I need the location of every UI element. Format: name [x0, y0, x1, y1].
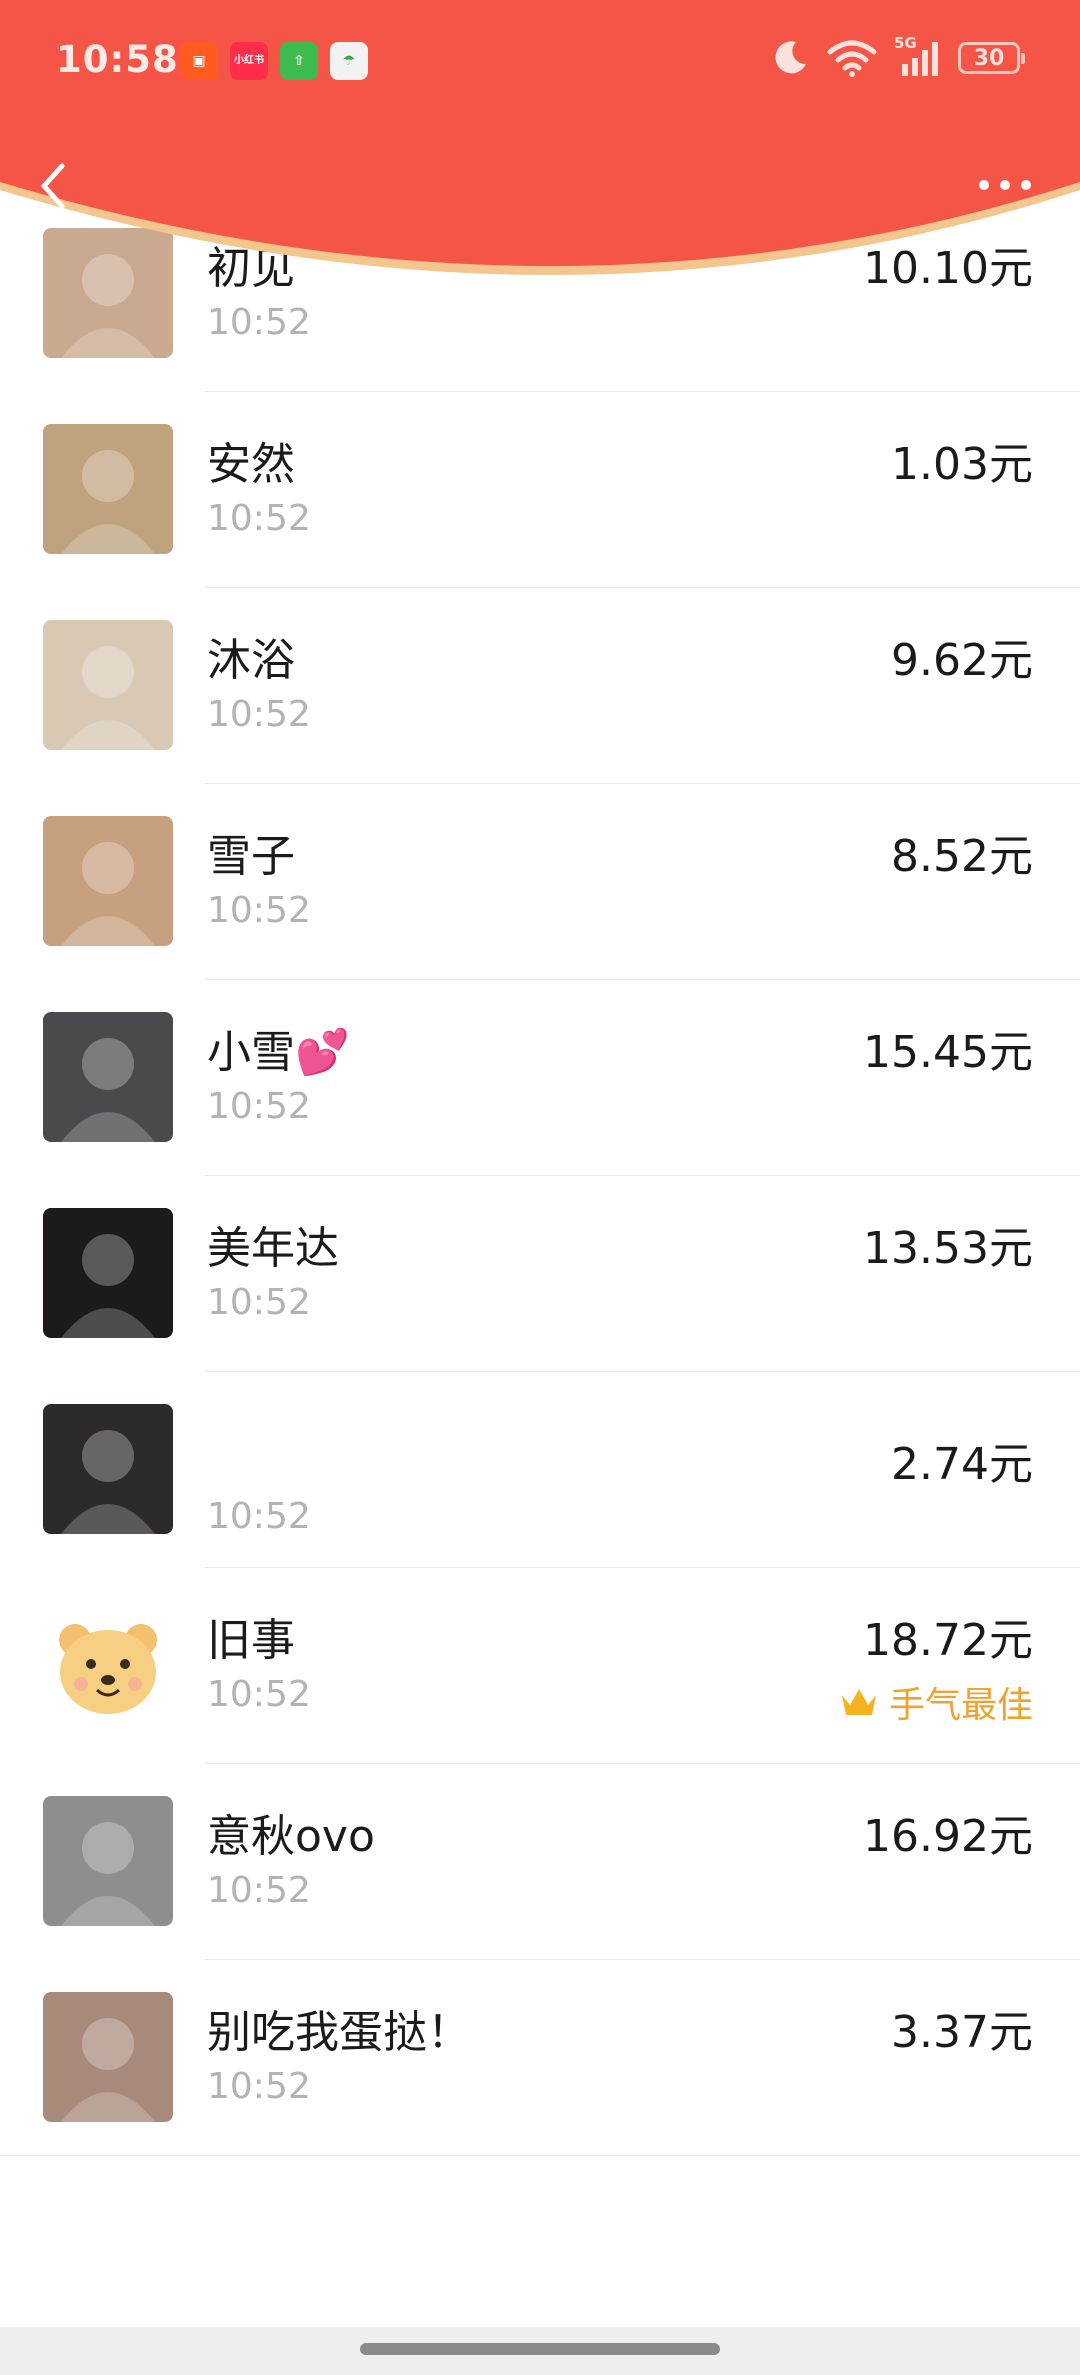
signal-icon: 5G [894, 34, 942, 78]
amount: 3.37元 [891, 2007, 1033, 2058]
avatar[interactable] [43, 1012, 173, 1142]
person-silhouette-icon [61, 1822, 155, 1926]
amount: 2.74元 [891, 1439, 1033, 1490]
record-row[interactable]: 安然 10:52 1.03元 [0, 392, 1080, 588]
sender-name: 安然 [207, 439, 295, 490]
amount: 18.72元 [863, 1615, 1033, 1666]
amount: 16.92元 [863, 1811, 1033, 1862]
kuaishou-app-icon: ▣ [180, 42, 218, 80]
amount: 8.52元 [891, 831, 1033, 882]
person-silhouette-icon [61, 1430, 155, 1534]
amount: 1.03元 [891, 439, 1033, 490]
record-row[interactable]: 别吃我蛋挞！ 10:52 3.37元 [0, 1960, 1080, 2156]
sender-name: 别吃我蛋挞！ [207, 2007, 471, 2058]
more-dots-icon [979, 180, 1031, 190]
sender-name: 沐浴 [207, 635, 295, 686]
sender-name: 美年达 [207, 1223, 339, 1274]
umbrella-app-icon: ☂ [330, 42, 368, 80]
best-luck-badge: 手气最佳 [839, 1676, 1033, 1728]
more-options-button[interactable] [970, 160, 1040, 210]
receive-time: 10:52 [207, 1282, 311, 1323]
back-button[interactable] [28, 150, 88, 220]
battery-icon: 30 [958, 42, 1025, 74]
receive-time: 10:52 [207, 2066, 311, 2107]
divider [0, 2155, 1080, 2156]
record-row[interactable]: 雪子 10:52 8.52元 [0, 784, 1080, 980]
status-bar: 10:58 ▣ 小红书 ⇧ ☂ 5G 30 [0, 28, 1080, 98]
person-silhouette-icon [61, 1234, 155, 1338]
receive-time: 10:52 [207, 1496, 311, 1537]
sender-name: 雪子 [207, 831, 295, 882]
amount: 13.53元 [863, 1223, 1033, 1274]
person-silhouette-icon [61, 2018, 155, 2122]
amount: 15.45元 [863, 1027, 1033, 1078]
best-luck-label: 手气最佳 [888, 1685, 1033, 1726]
status-time: 10:58 [56, 38, 179, 81]
person-silhouette-icon [61, 1038, 155, 1142]
avatar[interactable] [43, 1796, 173, 1926]
receive-time: 10:52 [207, 1674, 311, 1715]
avatar[interactable] [43, 1600, 173, 1730]
battery-level: 30 [973, 45, 1005, 71]
home-indicator[interactable] [360, 2343, 720, 2355]
wifi-icon [827, 40, 877, 77]
receive-time: 10:52 [207, 1870, 311, 1911]
receive-time: 10:52 [207, 890, 311, 931]
person-silhouette-icon [61, 646, 155, 750]
record-row[interactable]: 小雪💕 10:52 15.45元 [0, 980, 1080, 1176]
record-row[interactable]: 10:52 2.74元 [0, 1372, 1080, 1568]
avatar[interactable] [43, 1208, 173, 1338]
receive-time: 10:52 [207, 498, 311, 539]
person-silhouette-icon [61, 450, 155, 554]
header: 10:58 ▣ 小红书 ⇧ ☂ 5G 30 [0, 0, 1080, 330]
red-packet-record-list: 初见 10:52 10.10元 安然 10:52 1.03元 沐浴 10:52 9.62元 雪子 1… [0, 228, 1080, 2156]
avatar[interactable] [43, 620, 173, 750]
record-row[interactable]: 沐浴 10:52 9.62元 [0, 588, 1080, 784]
sender-name: 小雪💕 [207, 1027, 350, 1078]
upload-app-icon: ⇧ [280, 42, 318, 80]
record-row[interactable]: 美年达 10:52 13.53元 [0, 1176, 1080, 1372]
crown-icon [841, 1689, 876, 1715]
moon-icon [775, 41, 806, 74]
system-icons: 5G 30 [770, 34, 1025, 78]
amount: 9.62元 [891, 635, 1033, 686]
record-row[interactable]: 旧事 10:52 18.72元手气最佳 [0, 1568, 1080, 1764]
sender-name: 意秋ovo [207, 1811, 375, 1862]
sender-name: 旧事 [207, 1615, 295, 1666]
person-silhouette-icon [61, 842, 155, 946]
xiaohongshu-app-icon: 小红书 [230, 42, 268, 80]
chevron-left-icon [41, 163, 65, 209]
avatar[interactable] [43, 1992, 173, 2122]
receive-time: 10:52 [207, 694, 311, 735]
avatar[interactable] [43, 1404, 173, 1534]
receive-time: 10:52 [207, 1086, 311, 1127]
avatar[interactable] [43, 816, 173, 946]
record-row[interactable]: 意秋ovo 10:52 16.92元 [0, 1764, 1080, 1960]
bear-avatar-icon [59, 1624, 157, 1714]
avatar[interactable] [43, 424, 173, 554]
